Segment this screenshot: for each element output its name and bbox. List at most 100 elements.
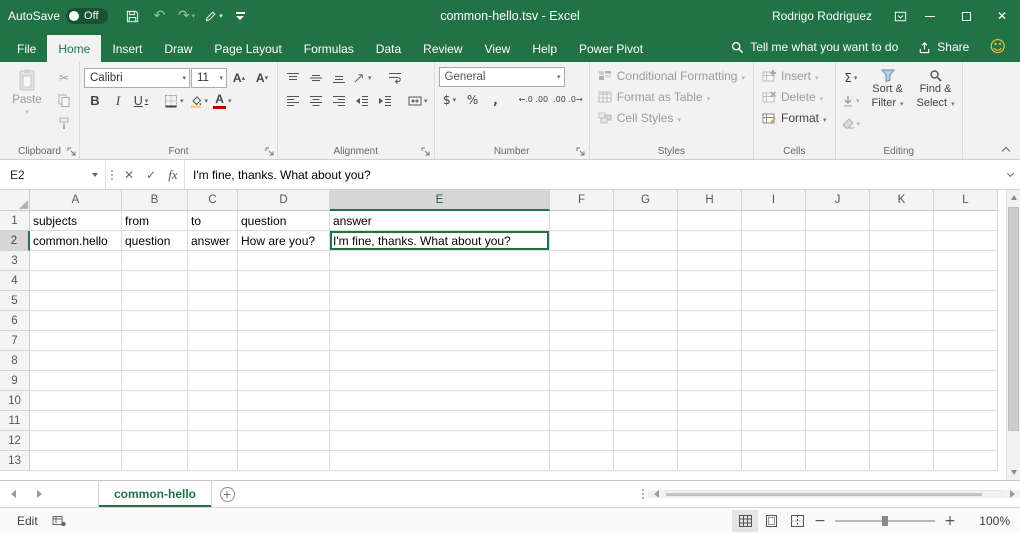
cell-H9[interactable] [678,371,742,391]
cell-K10[interactable] [870,391,934,411]
cell-H8[interactable] [678,351,742,371]
cell-B13[interactable] [122,451,188,471]
cell-H1[interactable] [678,211,742,231]
cell-I7[interactable] [742,331,806,351]
minimize-button[interactable] [912,0,948,32]
insert-cells-button[interactable]: Insert [758,65,831,86]
increase-decimal-button[interactable]: ←.0 .00 [517,89,551,110]
column-header-H[interactable]: H [678,190,742,211]
cell-L8[interactable] [934,351,998,371]
cell-C8[interactable] [188,351,238,371]
cell-H7[interactable] [678,331,742,351]
cell-G12[interactable] [614,431,678,451]
wrap-text-button[interactable] [384,67,406,88]
cell-J11[interactable] [806,411,870,431]
row-header-8[interactable]: 8 [0,351,30,371]
cell-F8[interactable] [550,351,614,371]
cell-K1[interactable] [870,211,934,231]
cell-A3[interactable] [30,251,122,271]
save-button[interactable] [121,3,145,29]
new-sheet-button[interactable]: + [212,481,242,507]
row-header-5[interactable]: 5 [0,291,30,311]
cell-I6[interactable] [742,311,806,331]
cell-H4[interactable] [678,271,742,291]
maximize-button[interactable] [948,0,984,32]
row-header-13[interactable]: 13 [0,451,30,471]
delete-cells-button[interactable]: Delete [758,86,831,107]
cell-L6[interactable] [934,311,998,331]
cell-F5[interactable] [550,291,614,311]
cell-E2[interactable]: I'm fine, thanks. What about you? [330,231,550,251]
cell-D11[interactable] [238,411,330,431]
cell-K6[interactable] [870,311,934,331]
cell-I10[interactable] [742,391,806,411]
cell-F11[interactable] [550,411,614,431]
cell-C2[interactable]: answer [188,231,238,251]
share-button[interactable]: Share [918,40,969,54]
cell-B10[interactable] [122,391,188,411]
cell-H6[interactable] [678,311,742,331]
cell-J7[interactable] [806,331,870,351]
cell-E8[interactable] [330,351,550,371]
cell-J5[interactable] [806,291,870,311]
autosave-toggle[interactable]: AutoSave Off [8,8,108,24]
column-header-C[interactable]: C [188,190,238,211]
ribbon-display-options-button[interactable] [888,3,912,29]
cell-E11[interactable] [330,411,550,431]
customize-qat-button[interactable] [229,3,253,29]
borders-button[interactable] [162,90,186,111]
cell-C5[interactable] [188,291,238,311]
cell-E9[interactable] [330,371,550,391]
horizontal-scrollbar[interactable] [648,490,1020,498]
cell-A10[interactable] [30,391,122,411]
cell-D7[interactable] [238,331,330,351]
cell-E12[interactable] [330,431,550,451]
copy-button[interactable] [53,90,75,111]
comma-style-button[interactable]: , [485,89,507,110]
formula-input[interactable]: I'm fine, thanks. What about you? [184,160,1000,189]
cell-L5[interactable] [934,291,998,311]
font-dialog-launcher[interactable] [263,145,275,157]
row-header-3[interactable]: 3 [0,251,30,271]
cell-G2[interactable] [614,231,678,251]
align-middle-button[interactable] [305,67,327,88]
cell-B5[interactable] [122,291,188,311]
cell-G4[interactable] [614,271,678,291]
find-select-button[interactable]: Find & Select [913,65,958,143]
cell-I1[interactable] [742,211,806,231]
align-left-button[interactable] [282,90,304,111]
sort-filter-button[interactable]: Sort & Filter [865,65,910,143]
cell-E1[interactable]: answer [330,211,550,231]
name-box-dropdown[interactable] [85,160,105,189]
cell-C12[interactable] [188,431,238,451]
cell-A2[interactable]: common.hello [30,231,122,251]
cell-I4[interactable] [742,271,806,291]
redo-button[interactable]: ↷ [175,3,199,29]
cell-A13[interactable] [30,451,122,471]
row-header-11[interactable]: 11 [0,411,30,431]
sheet-nav-left-button[interactable] [0,481,26,507]
cell-H5[interactable] [678,291,742,311]
cell-F2[interactable] [550,231,614,251]
cell-K3[interactable] [870,251,934,271]
autosum-button[interactable]: Σ [840,67,863,88]
cell-H13[interactable] [678,451,742,471]
row-header-10[interactable]: 10 [0,391,30,411]
decrease-indent-button[interactable] [351,90,373,111]
cell-C11[interactable] [188,411,238,431]
sheet-nav-right-button[interactable] [26,481,52,507]
zoom-out-button[interactable]: − [810,514,830,528]
scroll-left-button[interactable] [648,490,664,498]
format-cells-button[interactable]: Format [758,107,831,128]
cell-B11[interactable] [122,411,188,431]
cell-A11[interactable] [30,411,122,431]
ribbon-tab-formulas[interactable]: Formulas [293,35,365,62]
column-header-J[interactable]: J [806,190,870,211]
cell-J4[interactable] [806,271,870,291]
cell-K8[interactable] [870,351,934,371]
undo-button[interactable]: ↶ [148,3,172,29]
increase-indent-button[interactable] [374,90,396,111]
cell-F4[interactable] [550,271,614,291]
cell-B9[interactable] [122,371,188,391]
horizontal-scroll-thumb[interactable] [666,493,982,496]
